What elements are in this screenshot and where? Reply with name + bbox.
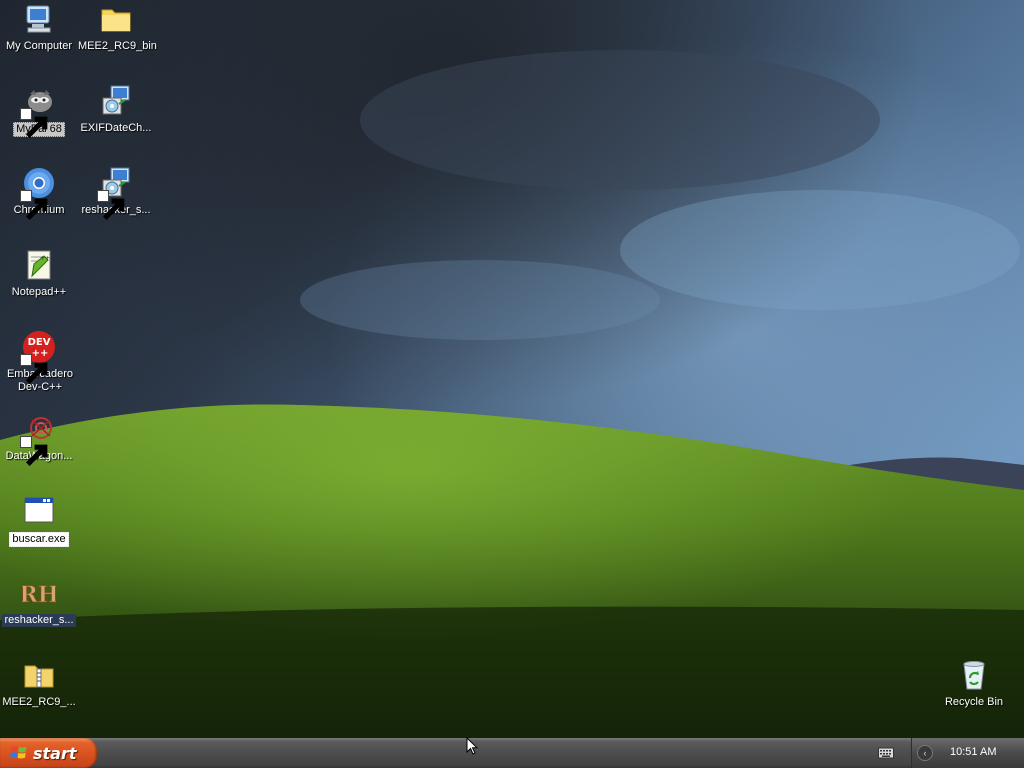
desktop-icon-mee2-folder[interactable]: MEE2_RC9_bin	[76, 2, 157, 54]
desktop-icon-label: EXIFDateCh...	[80, 122, 152, 134]
desktop-icon-mee2-zip[interactable]: MEE2_RC9_...	[0, 658, 79, 710]
clock[interactable]: 10:51 AM	[950, 746, 996, 758]
system-tray: ‹ 10:51 AM	[878, 738, 1024, 768]
dev-cpp-icon: DEV ++	[20, 330, 56, 385]
desktop-icon-dev-cpp[interactable]: DEV ++ Embarcadero Dev-C++	[0, 330, 79, 395]
keyboard-icon[interactable]	[878, 747, 894, 759]
desktop-icon-reshacker[interactable]: RH reshacker_s...	[0, 576, 79, 628]
desktop-icon-label: Recycle Bin	[944, 696, 1004, 708]
mypal-icon	[20, 84, 56, 139]
desktop-icon-label: reshacker_s...	[2, 614, 76, 627]
svg-text:++: ++	[40, 255, 50, 262]
computer-icon	[22, 2, 56, 36]
desktop-icon-buscar[interactable]: buscar.exe	[0, 494, 79, 547]
desktop-icon-reshacker-setup[interactable]: reshacker_s...	[76, 166, 156, 221]
folder-icon	[99, 2, 133, 36]
start-button[interactable]: start	[0, 738, 97, 768]
desktop-icon-chromium[interactable]: Chromium	[0, 166, 79, 221]
zip-folder-icon	[22, 658, 56, 692]
desktop-icon-mypal[interactable]: MyPal 68	[0, 84, 79, 139]
notepad-plus-plus-icon: ++	[22, 248, 56, 282]
recycle-bin-icon	[957, 658, 991, 692]
shortcut-arrow-icon	[20, 354, 48, 385]
installer-icon	[97, 166, 133, 221]
desktop-icon-label: Notepad++	[11, 286, 67, 298]
desktop-icon-notepad-plus-plus[interactable]: ++ Notepad++	[0, 248, 79, 300]
taskbar[interactable]: start ‹ 10:51 AM	[0, 738, 1024, 768]
desktop-icon-my-computer[interactable]: My Computer	[0, 2, 79, 54]
shortcut-arrow-icon	[20, 436, 48, 467]
desktop-icon-label: MEE2_RC9_...	[2, 696, 76, 708]
desktop-icon-datawagon[interactable]: DataWagon...	[0, 412, 79, 467]
shortcut-arrow-icon	[20, 190, 48, 221]
resource-hacker-icon: RH	[22, 576, 56, 610]
show-hidden-icons-button[interactable]: ‹	[917, 745, 933, 761]
desktop-icon-exifdatech[interactable]: EXIFDateCh...	[76, 84, 156, 136]
datawagon-icon	[20, 412, 56, 467]
chromium-icon	[20, 166, 56, 221]
desktop-icon-label: buscar.exe	[9, 532, 69, 547]
shortcut-arrow-icon	[97, 190, 125, 221]
shortcut-arrow-icon	[20, 108, 48, 139]
start-label: start	[33, 743, 77, 763]
svg-text:RH: RH	[22, 582, 56, 608]
desktop-icon-recycle-bin[interactable]: Recycle Bin	[934, 658, 1014, 710]
desktop-icon-label: MEE2_RC9_bin	[78, 40, 157, 52]
windows-flag-icon	[10, 746, 27, 759]
exe-window-icon	[22, 494, 56, 528]
svg-text:DEV: DEV	[28, 337, 51, 348]
mouse-cursor-icon	[466, 737, 478, 755]
installer-icon	[99, 84, 133, 118]
desktop[interactable]: My Computer MyPal 68 Chromium ++ Notepad…	[0, 0, 1024, 738]
desktop-icon-label: My Computer	[5, 40, 73, 52]
